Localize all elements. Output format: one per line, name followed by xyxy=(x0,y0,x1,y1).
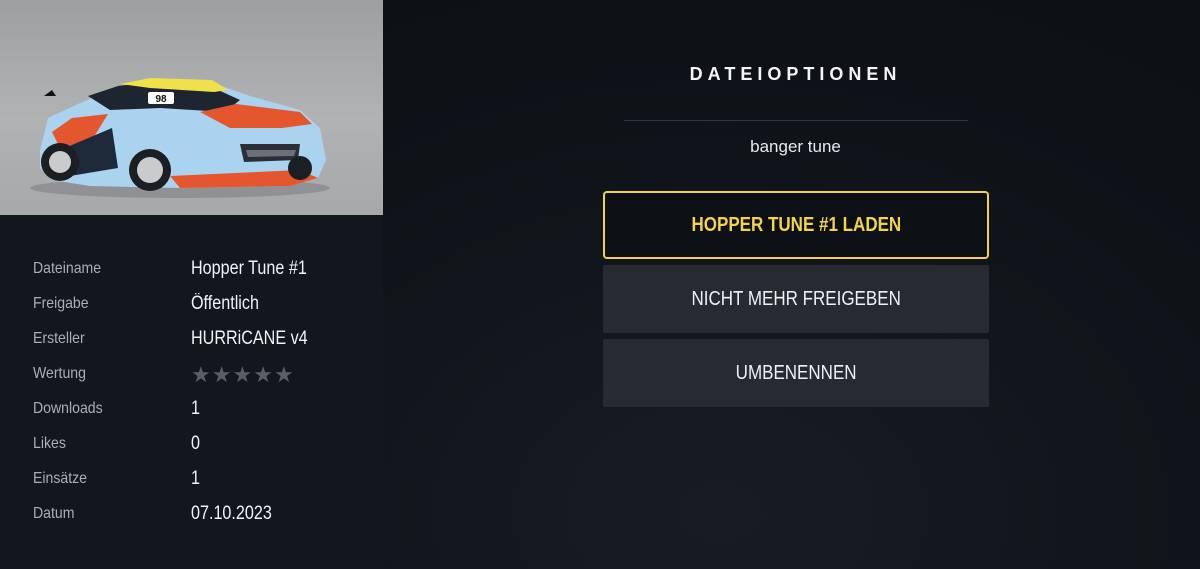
file-description: banger tune xyxy=(750,137,841,156)
info-label: Ersteller xyxy=(33,330,85,347)
unshare-button[interactable]: NICHT MEHR FREIGEBEN xyxy=(603,265,989,333)
info-value-uses: 1 xyxy=(191,468,200,489)
unshare-button-label: NICHT MEHR FREIGEBEN xyxy=(691,287,901,310)
info-label: Downloads xyxy=(33,400,103,417)
info-value-creator: HURRiCANE v4 xyxy=(191,328,308,349)
info-label: Wertung xyxy=(33,365,86,382)
info-value-likes: 0 xyxy=(191,433,200,454)
dialog-title: DATEIOPTIONEN xyxy=(689,64,902,84)
rating-stars: ★ ★ ★ ★ ★ xyxy=(191,364,294,386)
info-row-downloads: Downloads 1 xyxy=(33,392,373,427)
info-label: Dateiname xyxy=(33,260,102,277)
info-label: Einsätze xyxy=(33,470,88,487)
info-value-filename: Hopper Tune #1 xyxy=(191,258,307,279)
info-label: Datum xyxy=(33,505,75,522)
info-row-sharing: Freigabe Öffentlich xyxy=(33,287,373,322)
car-preview-image: 98 xyxy=(0,0,383,215)
star-icon: ★ xyxy=(253,362,273,387)
star-icon: ★ xyxy=(273,362,294,387)
info-value-date: 07.10.2023 xyxy=(191,503,272,524)
file-info-table: Dateiname Hopper Tune #1 Freigabe Öffent… xyxy=(33,252,373,532)
title-divider xyxy=(624,120,968,121)
star-icon: ★ xyxy=(191,362,211,387)
rename-button[interactable]: UMBENENNEN xyxy=(603,339,989,407)
load-tune-button-label: HOPPER TUNE #1 LADEN xyxy=(691,213,901,236)
info-row-creator: Ersteller HURRiCANE v4 xyxy=(33,322,373,357)
info-row-likes: Likes 0 xyxy=(33,427,373,462)
file-options-dialog: DATEIOPTIONEN banger tune HOPPER TUNE #1… xyxy=(383,0,1200,569)
load-tune-button[interactable]: HOPPER TUNE #1 LADEN xyxy=(603,191,989,259)
info-row-filename: Dateiname Hopper Tune #1 xyxy=(33,252,373,287)
info-row-uses: Einsätze 1 xyxy=(33,462,373,497)
star-icon: ★ xyxy=(211,362,232,387)
star-icon: ★ xyxy=(232,362,253,387)
info-label: Freigabe xyxy=(33,295,89,312)
info-row-rating: Wertung ★ ★ ★ ★ ★ xyxy=(33,357,373,392)
info-label: Likes xyxy=(33,435,66,452)
info-value-sharing: Öffentlich xyxy=(191,293,259,314)
info-value-downloads: 1 xyxy=(191,398,200,419)
file-info-panel: 98 Dateiname Hopper Tune #1 Freigabe Öff… xyxy=(0,0,383,569)
race-number: 98 xyxy=(155,94,167,105)
info-row-date: Datum 07.10.2023 xyxy=(33,497,373,532)
car-illustration: 98 xyxy=(30,78,330,198)
rename-button-label: UMBENENNEN xyxy=(735,361,857,384)
